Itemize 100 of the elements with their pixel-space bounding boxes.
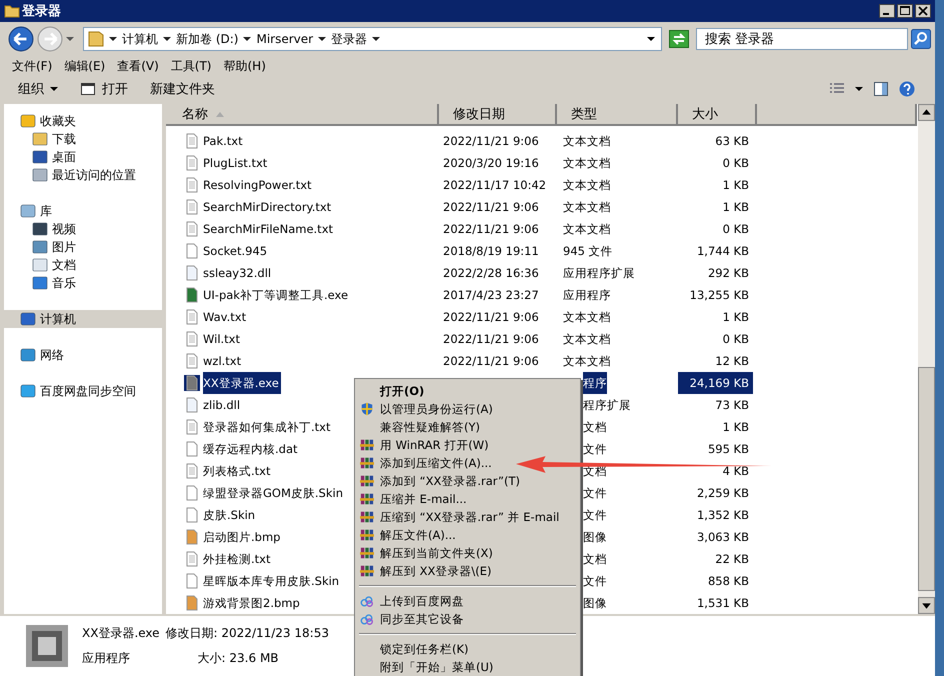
file-name[interactable]: 缓存远程内核.dat bbox=[203, 438, 300, 460]
menu-item[interactable]: 查看(V) bbox=[113, 58, 163, 74]
file-name[interactable]: PlugList.txt bbox=[203, 152, 439, 174]
file-name[interactable]: Pak.txt bbox=[203, 130, 439, 152]
menu-item[interactable]: 兼容性疑难解答(Y) bbox=[357, 418, 484, 436]
column-header[interactable]: 名称 bbox=[166, 104, 439, 124]
search-button[interactable] bbox=[911, 29, 931, 49]
file-date: 2022/2/28 16:36 bbox=[442, 265, 540, 282]
preview-pane-icon[interactable] bbox=[873, 81, 889, 97]
help-icon[interactable] bbox=[899, 81, 915, 97]
file-type: 图像 bbox=[583, 594, 607, 612]
minimize-button[interactable] bbox=[879, 4, 895, 18]
sidebar-item[interactable]: 下载 bbox=[4, 130, 162, 148]
sidebar-item[interactable]: 百度网盘同步空间 bbox=[4, 382, 162, 400]
file-name[interactable]: Wav.txt bbox=[203, 306, 439, 328]
refresh-button[interactable] bbox=[669, 30, 689, 48]
scroll-up-button[interactable] bbox=[918, 104, 935, 121]
sidebar-item[interactable]: 图片 bbox=[4, 238, 162, 256]
sidebar-item[interactable]: 库 bbox=[4, 202, 162, 220]
sidebar-item[interactable]: 视频 bbox=[4, 220, 162, 238]
breadcrumb[interactable]: 登录器 bbox=[331, 30, 368, 48]
chevron-icon[interactable] bbox=[243, 35, 252, 43]
chevron-icon[interactable] bbox=[163, 35, 171, 43]
sidebar-item[interactable]: 最近访问的位置 bbox=[4, 166, 162, 184]
file-name[interactable]: Socket.945 bbox=[203, 240, 439, 262]
file-name[interactable]: 启动图片.bmp bbox=[203, 526, 282, 548]
file-name[interactable]: XX登录器.exe bbox=[203, 372, 281, 394]
file-size: 1 KB bbox=[722, 199, 750, 216]
column-header[interactable]: 修改日期 bbox=[439, 104, 557, 124]
chevron-icon[interactable] bbox=[372, 35, 380, 43]
dropdown-arrow-icon[interactable] bbox=[855, 85, 863, 93]
text-file-icon bbox=[184, 419, 200, 435]
menu-item[interactable]: 解压到当前文件夹(X) bbox=[357, 544, 497, 562]
file-name[interactable]: 皮肤.Skin bbox=[203, 504, 258, 526]
sidebar-item[interactable]: 网络 bbox=[4, 346, 162, 364]
breadcrumb[interactable]: 计算机 bbox=[122, 30, 158, 48]
file-type: 应用程序 bbox=[562, 286, 612, 304]
file-date: 2022/11/21 9:06 bbox=[442, 309, 540, 326]
file-type: 文本文档 bbox=[562, 198, 612, 216]
file-name[interactable]: 游戏背景图2.bmp bbox=[203, 592, 302, 614]
breadcrumb[interactable]: 新加卷 (D:) bbox=[176, 30, 238, 48]
menu-item[interactable]: 用 WinRAR 打开(W) bbox=[357, 436, 493, 454]
back-button[interactable] bbox=[8, 26, 34, 52]
toolbar-button[interactable]: 组织 bbox=[12, 78, 64, 100]
menu-item[interactable]: 添加到压缩文件(A)... bbox=[357, 454, 496, 472]
close-button[interactable] bbox=[915, 4, 931, 18]
file-icon bbox=[184, 243, 200, 259]
column-label: 类型 bbox=[571, 106, 597, 123]
menu-item[interactable]: 文件(F) bbox=[8, 58, 56, 74]
file-size: 1 KB bbox=[722, 309, 750, 326]
file-type: 文档 bbox=[583, 462, 607, 480]
file-name[interactable]: SearchMirFileName.txt bbox=[203, 218, 439, 240]
sidebar-item[interactable]: 计算机 bbox=[4, 310, 162, 328]
menu-item[interactable]: 打开(O) bbox=[357, 382, 428, 400]
menu-item[interactable]: 锁定到任务栏(K) bbox=[357, 640, 473, 658]
address-field[interactable]: 计算机 新加卷 (D:) Mirserver 登录器 bbox=[83, 27, 662, 51]
menu-item[interactable]: 同步至其它设备 bbox=[357, 610, 468, 628]
column-header[interactable]: 类型 bbox=[557, 104, 678, 124]
file-name[interactable]: Wil.txt bbox=[203, 328, 439, 350]
menu-item[interactable]: 上传到百度网盘 bbox=[357, 592, 468, 610]
file-name[interactable]: wzl.txt bbox=[203, 350, 439, 372]
menu-item[interactable]: 添加到 “XX登录器.rar”(T) bbox=[357, 472, 524, 490]
file-name[interactable]: 星晖版本库专用皮肤.Skin bbox=[203, 570, 342, 592]
menu-item[interactable]: 以管理员身份运行(A) bbox=[357, 400, 497, 418]
breadcrumb[interactable]: Mirserver bbox=[256, 32, 314, 46]
menu-item[interactable]: 帮助(H) bbox=[220, 58, 270, 74]
menu-item[interactable]: 编辑(E) bbox=[60, 58, 110, 74]
sidebar-item[interactable]: 文档 bbox=[4, 256, 162, 274]
column-label: 大小 bbox=[692, 106, 718, 123]
file-name[interactable]: UI-pak补丁等调整工具.exe bbox=[203, 284, 439, 306]
file-name[interactable]: ssleay32.dll bbox=[203, 262, 439, 284]
menu-item[interactable]: 压缩并 E-mail... bbox=[357, 490, 471, 508]
chevron-icon[interactable] bbox=[109, 35, 117, 43]
menu-item[interactable]: 压缩到 “XX登录器.rar” 并 E-mail bbox=[357, 508, 564, 526]
sidebar-item[interactable]: 收藏夹 bbox=[4, 112, 162, 130]
file-name[interactable]: 外挂检测.txt bbox=[203, 548, 272, 570]
file-name[interactable]: SearchMirDirectory.txt bbox=[203, 196, 439, 218]
sidebar-item[interactable]: 音乐 bbox=[4, 274, 162, 292]
image-file-icon bbox=[184, 595, 200, 611]
sidebar-item[interactable]: 桌面 bbox=[4, 148, 162, 166]
menu-item[interactable]: 附到「开始」菜单(U) bbox=[357, 658, 498, 676]
column-header[interactable]: 大小 bbox=[678, 104, 757, 124]
menu-item[interactable]: 解压文件(A)... bbox=[357, 526, 460, 544]
scroll-down-button[interactable] bbox=[918, 597, 935, 614]
file-name[interactable]: 列表格式.txt bbox=[203, 460, 272, 482]
file-name[interactable]: zlib.dll bbox=[203, 394, 242, 416]
toolbar-button[interactable]: 打开 bbox=[74, 78, 134, 100]
file-name[interactable]: ResolvingPower.txt bbox=[203, 174, 439, 196]
toolbar-button[interactable]: 新建文件夹 bbox=[144, 78, 221, 100]
scroll-thumb[interactable] bbox=[918, 367, 935, 591]
file-name[interactable]: 绿盟登录器GOM皮肤.Skin bbox=[203, 482, 345, 504]
file-date: 2022/11/21 9:06 bbox=[442, 331, 540, 348]
menu-item[interactable]: 工具(T) bbox=[166, 58, 216, 74]
file-name[interactable]: 登录器如何集成补丁.txt bbox=[203, 416, 332, 438]
chevron-icon[interactable] bbox=[318, 35, 326, 43]
search-field[interactable]: 搜索 登录器 bbox=[696, 28, 908, 50]
dropdown-arrow-icon[interactable] bbox=[647, 35, 655, 43]
menu-item[interactable]: 解压到 XX登录器\(E) bbox=[357, 562, 496, 580]
maximize-button[interactable] bbox=[897, 4, 913, 18]
scrollbar[interactable] bbox=[918, 104, 935, 614]
